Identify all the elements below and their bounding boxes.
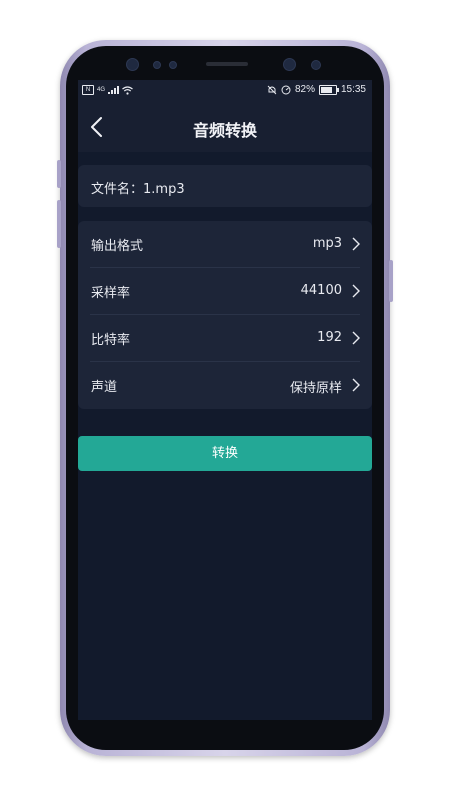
mute-icon [267, 85, 277, 94]
setting-label: 采样率 [91, 286, 131, 301]
convert-button[interactable]: 转换 [78, 436, 372, 471]
setting-value: 保持原样 [289, 381, 342, 396]
network-type-label: 4G [97, 87, 106, 93]
setting-row-channel[interactable]: 声道 保持原样 [78, 362, 372, 409]
data-saver-icon [281, 85, 291, 94]
nfc-icon: N [82, 85, 94, 95]
page-title: 音频转换 [192, 121, 257, 140]
conversion-settings: 输出格式 mp3 采样率 44100 比特率 192 声道 保持原样 [78, 221, 372, 409]
chevron-right-icon [352, 378, 360, 392]
sensor-dot [126, 58, 139, 71]
battery-percent: 82% [294, 84, 315, 95]
setting-row-bitrate[interactable]: 比特率 192 [78, 315, 372, 362]
app-header: 音频转换 [78, 102, 372, 152]
clock: 15:35 [340, 84, 366, 95]
file-name-card: 文件名：1.mp3 [78, 165, 372, 207]
battery-icon [318, 84, 339, 95]
chevron-right-icon [352, 237, 360, 251]
setting-label: 输出格式 [91, 239, 144, 254]
setting-value: 44100 [300, 283, 342, 298]
front-camera [283, 58, 296, 71]
setting-row-output-format[interactable]: 输出格式 mp3 [78, 221, 372, 268]
setting-row-sample-rate[interactable]: 采样率 44100 [78, 268, 372, 315]
app-screen: N 4G 82% 15:35 音频转换 文件名：1.mp3 输出格式 mp3 采… [78, 80, 372, 720]
earpiece-speaker [206, 62, 248, 66]
iris-scanner [311, 60, 321, 70]
signal-icon [108, 86, 120, 94]
file-name-label: 文件名：1.mp3 [91, 182, 185, 197]
chevron-right-icon [352, 284, 360, 298]
sensor-dot [169, 61, 177, 69]
volume-up-button [57, 160, 61, 188]
sensor-dot [153, 61, 161, 69]
chevron-right-icon [352, 331, 360, 345]
setting-value: mp3 [312, 236, 342, 251]
status-bar: N 4G 82% 15:35 [78, 80, 372, 102]
volume-down-button [57, 200, 61, 248]
setting-label: 比特率 [91, 333, 131, 348]
power-button [389, 260, 393, 302]
wifi-icon [122, 85, 133, 95]
setting-label: 声道 [91, 380, 118, 395]
setting-value: 192 [317, 330, 342, 345]
